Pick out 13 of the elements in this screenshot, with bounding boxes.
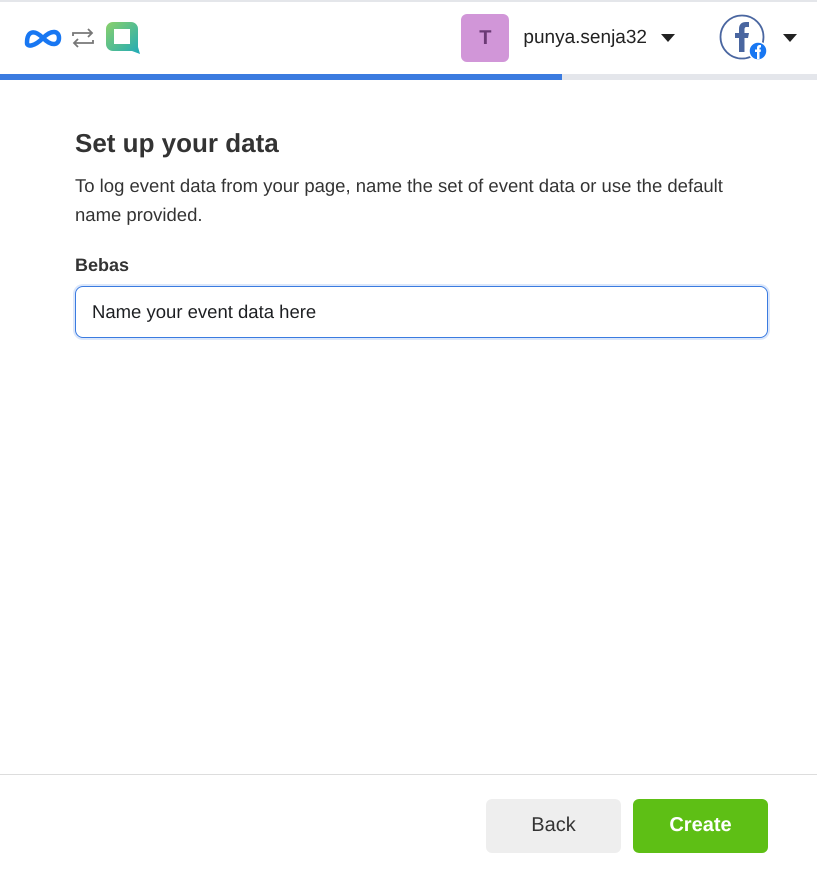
caret-icon[interactable]	[661, 34, 675, 42]
back-button[interactable]: Back	[486, 798, 621, 852]
swap-arrows-icon	[70, 27, 96, 49]
avatar: T	[461, 14, 510, 62]
meta-logo-icon	[24, 27, 62, 49]
facebook-page-icon	[719, 14, 769, 62]
account-name[interactable]: punya.senja32	[523, 27, 647, 49]
chat-bubble-icon	[104, 20, 140, 56]
event-data-name-field[interactable]: Name your event data here	[75, 286, 768, 338]
field-label: Bebas	[75, 255, 130, 276]
caret-icon[interactable]	[783, 34, 797, 42]
description: To log event data from your page, name the set of event data or use the default name provided.	[75, 174, 724, 227]
page-title: Set up your data	[75, 128, 280, 159]
